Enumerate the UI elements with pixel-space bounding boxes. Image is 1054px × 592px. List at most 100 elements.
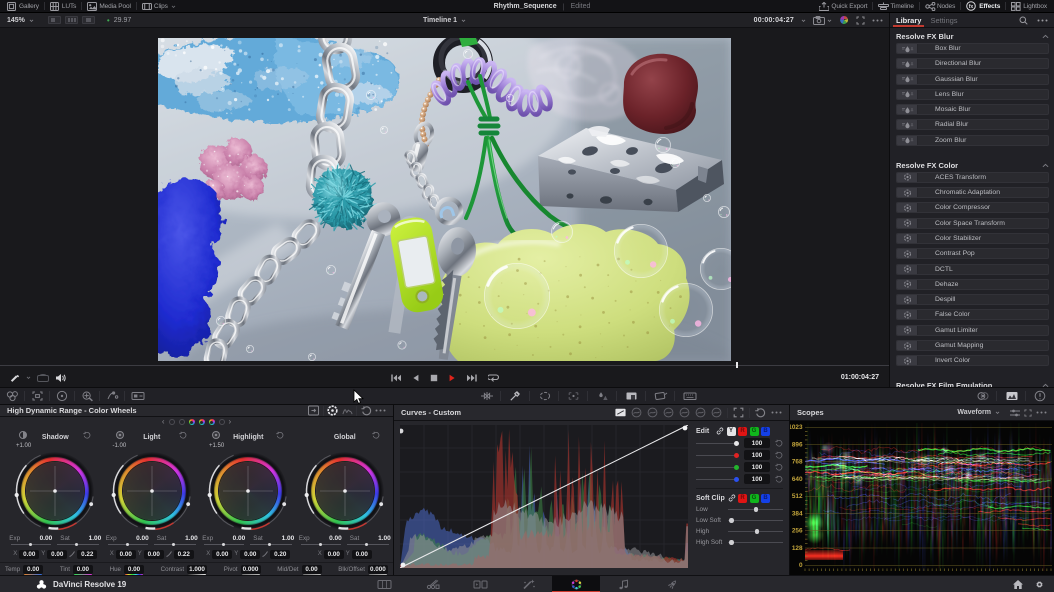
play-forward-button[interactable] [449, 374, 456, 382]
scope-mode-chevron-icon[interactable] [995, 410, 1000, 415]
wheel-sliders[interactable] [202, 543, 294, 547]
scope-histogram-icon[interactable] [1005, 390, 1017, 402]
soft-clip-slider[interactable] [728, 537, 783, 547]
top-bar-button-clips[interactable]: Clips [138, 2, 180, 11]
effect-item-chromatic-adaptation[interactable]: Chromatic Adaptation [896, 187, 1049, 198]
picker-icon[interactable] [509, 390, 521, 402]
timecode-dropdown-chevron-icon[interactable] [801, 18, 806, 23]
timeline-selector[interactable]: Timeline 1 [423, 17, 457, 24]
zone-dot-5[interactable] [219, 419, 225, 425]
info-lamp-icon[interactable] [1034, 390, 1046, 402]
page-button-color[interactable] [552, 576, 600, 592]
global-wheel[interactable] [304, 450, 386, 532]
soft-clip-slider[interactable] [728, 526, 783, 536]
channel-gain-slider[interactable] [696, 462, 739, 472]
top-bar-button-luts[interactable]: LUTs [46, 2, 80, 11]
curve-mode-sat-vs-lum-icon[interactable] [711, 407, 722, 418]
shadow-wheel[interactable] [14, 450, 96, 532]
top-bar-button-lightbox[interactable]: Lightbox [1007, 2, 1051, 11]
y-value[interactable]: 0.00 [47, 550, 67, 559]
param-value[interactable]: 0.000 [241, 565, 261, 574]
add-keyframe-icon[interactable] [308, 405, 319, 416]
channel-gain-value[interactable]: 100 [744, 474, 770, 484]
light-wheel[interactable] [111, 450, 193, 532]
top-bar-button-effects[interactable]: fxEffects [962, 2, 1004, 11]
curve-mode-sat-vs-sat-icon[interactable] [695, 407, 706, 418]
curve-mode-hue-vs-sat-icon[interactable] [647, 407, 658, 418]
tracker-point-icon[interactable] [567, 390, 579, 402]
effects-section-header-1[interactable]: Resolve FX Color [896, 159, 1049, 172]
soft-clip-slider[interactable] [728, 515, 783, 525]
zone-dot-1[interactable] [179, 419, 185, 425]
waveform-scope[interactable] [790, 421, 1054, 575]
wheel-sliders[interactable] [299, 543, 391, 547]
curve-mode-hue-vs-hue-icon[interactable] [631, 407, 642, 418]
split-viewer-icon[interactable] [65, 16, 78, 24]
effect-item-dctl[interactable]: DCTL [896, 264, 1049, 275]
gang-link-icon[interactable] [728, 494, 736, 502]
falloff-value[interactable]: 0.20 [270, 550, 290, 559]
effect-item-color-stabilizer[interactable]: Color Stabilizer [896, 233, 1049, 244]
falloff-value[interactable]: 0.22 [174, 550, 194, 559]
dot-target-icon[interactable] [56, 390, 68, 402]
curve-mode-custom-icon[interactable] [615, 407, 626, 418]
falloff-value[interactable]: 0.22 [77, 550, 97, 559]
scope-options-icon[interactable] [1036, 411, 1047, 414]
davinci-resolve-logo[interactable] [36, 579, 47, 590]
camera-raw-icon[interactable] [813, 16, 825, 25]
video-frame[interactable] [158, 38, 731, 361]
project-settings-gear-icon[interactable] [1035, 580, 1044, 589]
page-button-cut[interactable] [408, 576, 456, 592]
single-viewer-icon[interactable] [48, 16, 61, 24]
zone-dot-2[interactable] [189, 419, 195, 425]
play-reverse-button[interactable] [412, 374, 419, 382]
row-reset-icon[interactable] [775, 451, 783, 459]
top-bar-button-quick-export[interactable]: Quick Export [815, 2, 871, 11]
channel-button-Y[interactable]: Y [727, 427, 736, 436]
wheel-sliders[interactable] [106, 543, 198, 547]
zone-toggle-icon[interactable] [19, 431, 27, 439]
channel-button-R[interactable]: R [738, 427, 747, 436]
section-collapse-chevron-icon[interactable] [1042, 163, 1049, 168]
soft-clip-slider[interactable] [728, 504, 783, 514]
x-value[interactable]: 0.00 [324, 550, 344, 559]
zone-dot-3[interactable] [199, 419, 205, 425]
keyboard-icon[interactable] [683, 390, 695, 402]
hdr-reset-icon[interactable] [361, 405, 372, 416]
tracker-tool-icon[interactable] [106, 390, 118, 402]
zone-dot-4[interactable] [209, 419, 215, 425]
row-reset-icon[interactable] [775, 463, 783, 471]
effect-item-contrast-pop[interactable]: Contrast Pop [896, 248, 1049, 259]
curves-graph[interactable] [400, 425, 688, 568]
zone-toggle-icon[interactable] [212, 431, 220, 439]
channel-gain-value[interactable]: 100 [744, 438, 770, 448]
effect-item-gaussian-blur[interactable]: Gaussian Blur [896, 74, 1049, 85]
split-node-icon[interactable] [480, 390, 492, 402]
y-value[interactable]: 0.00 [352, 550, 372, 559]
patch-replacer-icon[interactable] [131, 390, 143, 402]
effect-item-lens-blur[interactable]: Lens Blur [896, 89, 1049, 100]
effect-item-radial-blur[interactable]: Radial Blur [896, 119, 1049, 130]
param-value[interactable]: 0.00 [73, 565, 93, 574]
wheel-mode-icon[interactable] [327, 405, 338, 416]
effect-item-aces-transform[interactable]: ACES Transform [896, 172, 1049, 183]
effect-item-gamut-mapping[interactable]: Gamut Mapping [896, 340, 1049, 351]
channel-gain-slider[interactable] [696, 450, 739, 460]
wheel-reset-icon[interactable] [372, 431, 380, 439]
key-tool-icon[interactable] [625, 390, 637, 402]
zoom-dropdown-chevron-icon[interactable] [29, 18, 34, 23]
effect-item-zoom-blur[interactable]: Zoom Blur [896, 135, 1049, 146]
scrub-track[interactable] [0, 365, 889, 366]
x-value[interactable]: 0.00 [116, 550, 136, 559]
param-value[interactable]: 0.00 [23, 565, 43, 574]
viewer-options-icon[interactable] [872, 19, 883, 22]
zone-prev-chevron-icon[interactable]: ‹ [162, 419, 165, 425]
clip-timecode[interactable]: 00:00:04:27 [754, 17, 794, 24]
effect-item-color-compressor[interactable]: Color Compressor [896, 202, 1049, 213]
curves-reset-icon[interactable] [755, 407, 766, 418]
effects-options-icon[interactable] [1037, 19, 1048, 22]
scope-expand-icon[interactable] [1024, 409, 1032, 417]
effect-item-gamut-limiter[interactable]: Gamut Limiter [896, 325, 1049, 336]
channel-gain-slider[interactable] [696, 474, 739, 484]
scope-settings-sliders-icon[interactable] [1010, 409, 1020, 417]
